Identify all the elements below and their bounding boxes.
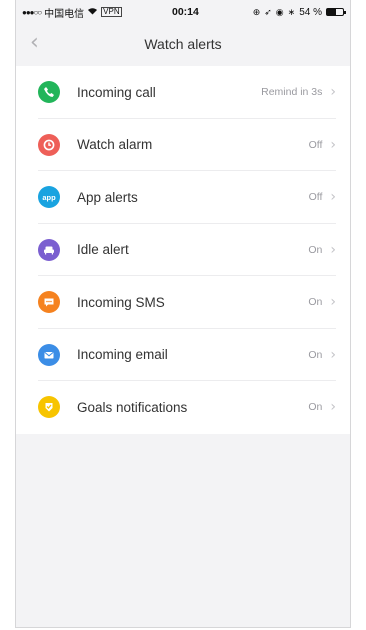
clock-icon: [38, 133, 60, 156]
alert-row-incoming-call[interactable]: Incoming call Remind in 3s ›: [16, 66, 350, 119]
battery-icon: [326, 8, 346, 16]
carrier-name: 中国电信: [44, 8, 85, 20]
chevron-left-icon[interactable]: ‹: [30, 32, 39, 54]
wifi-icon: [87, 7, 98, 17]
network-label: VPN: [101, 7, 122, 17]
alert-label: Watch alarm: [77, 137, 153, 153]
chevron-right-icon: ›: [330, 189, 336, 206]
alert-value: Off: [308, 138, 323, 151]
signal-icon: ●●●○○: [22, 7, 42, 17]
alert-row-incoming-email[interactable]: Incoming email On ›: [16, 329, 350, 382]
alert-value: Remind in 3s: [261, 86, 323, 99]
alert-value: On: [308, 296, 323, 309]
bluetooth-icon: ∗: [287, 6, 296, 17]
alert-label: Goals notifications: [77, 399, 188, 415]
status-time: 00:14: [172, 6, 199, 18]
sofa-icon: [38, 238, 60, 261]
chevron-right-icon: ›: [330, 136, 336, 153]
alert-label: App alerts: [77, 189, 138, 205]
alert-label: Incoming email: [77, 347, 168, 363]
alert-row-incoming-sms[interactable]: Incoming SMS On ›: [16, 276, 350, 329]
battery-percent: 54 %: [299, 6, 322, 18]
page-title: Watch alerts: [144, 36, 222, 52]
chevron-right-icon: ›: [330, 346, 336, 363]
phone-screen: ●●●○○ 中国电信 VPN 00:14 ⊕ ➶ ◉ ∗ 54 % ‹ Watc…: [15, 0, 351, 628]
alert-label: Incoming call: [77, 84, 156, 100]
chevron-right-icon: ›: [330, 241, 336, 258]
phone-icon: [38, 81, 60, 104]
alert-value: On: [308, 401, 323, 414]
app-icon: app: [38, 186, 60, 209]
message-icon: [38, 291, 60, 314]
alert-label: Incoming SMS: [77, 294, 165, 310]
alert-value: Off: [308, 191, 323, 204]
chevron-right-icon: ›: [330, 294, 336, 311]
alert-row-goals-notifications[interactable]: Goals notifications On ›: [16, 381, 350, 434]
chevron-right-icon: ›: [330, 399, 336, 416]
alert-row-idle-alert[interactable]: Idle alert On ›: [16, 224, 350, 277]
status-right: ⊕ ➶ ◉ ∗ 54 %: [252, 6, 346, 18]
nav-bar: ‹ Watch alerts: [16, 24, 350, 64]
alert-value: On: [308, 348, 323, 361]
alert-row-watch-alarm[interactable]: Watch alarm Off ›: [16, 119, 350, 172]
chevron-right-icon: ›: [330, 84, 336, 101]
envelope-icon: [38, 343, 60, 366]
status-bar: ●●●○○ 中国电信 VPN 00:14 ⊕ ➶ ◉ ∗ 54 %: [16, 0, 350, 24]
alerts-list: Incoming call Remind in 3s › Watch alarm Off…: [16, 66, 350, 434]
alarm-icon: ◉: [275, 6, 284, 17]
goal-icon: [38, 396, 60, 419]
status-left: ●●●○○ 中国电信 VPN: [22, 5, 172, 20]
alert-value: On: [308, 243, 323, 256]
battery-fill: [327, 9, 336, 15]
location-icon: ➶: [264, 6, 272, 17]
svg-text:app: app: [42, 193, 56, 202]
alert-label: Idle alert: [77, 242, 129, 258]
alert-row-app-alerts[interactable]: app App alerts Off ›: [16, 171, 350, 224]
rotation-lock-icon: ⊕: [252, 6, 261, 17]
